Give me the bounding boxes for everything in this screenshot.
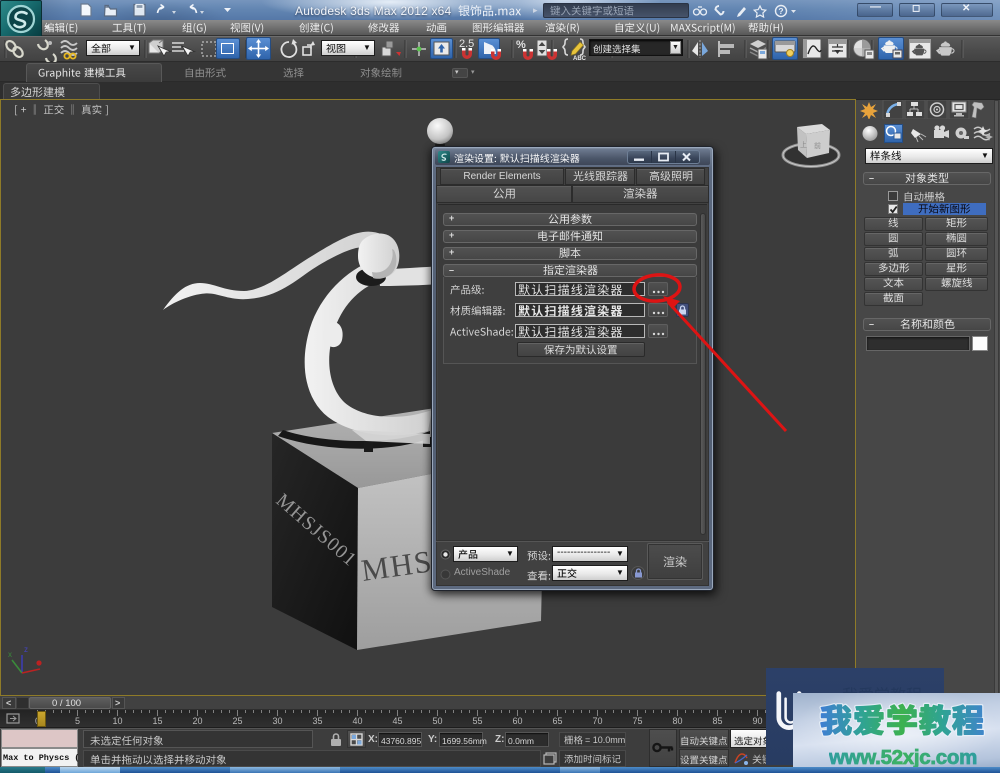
svg-text:x: x [8, 650, 12, 659]
svg-text:?: ? [778, 6, 783, 16]
svg-text:上: 上 [800, 140, 807, 149]
svg-text:ABC: ABC [573, 56, 587, 61]
svg-text:前: 前 [814, 141, 821, 150]
svg-text:z: z [24, 645, 28, 654]
svg-text:www.52xjc.com: www.52xjc.com [829, 746, 977, 769]
